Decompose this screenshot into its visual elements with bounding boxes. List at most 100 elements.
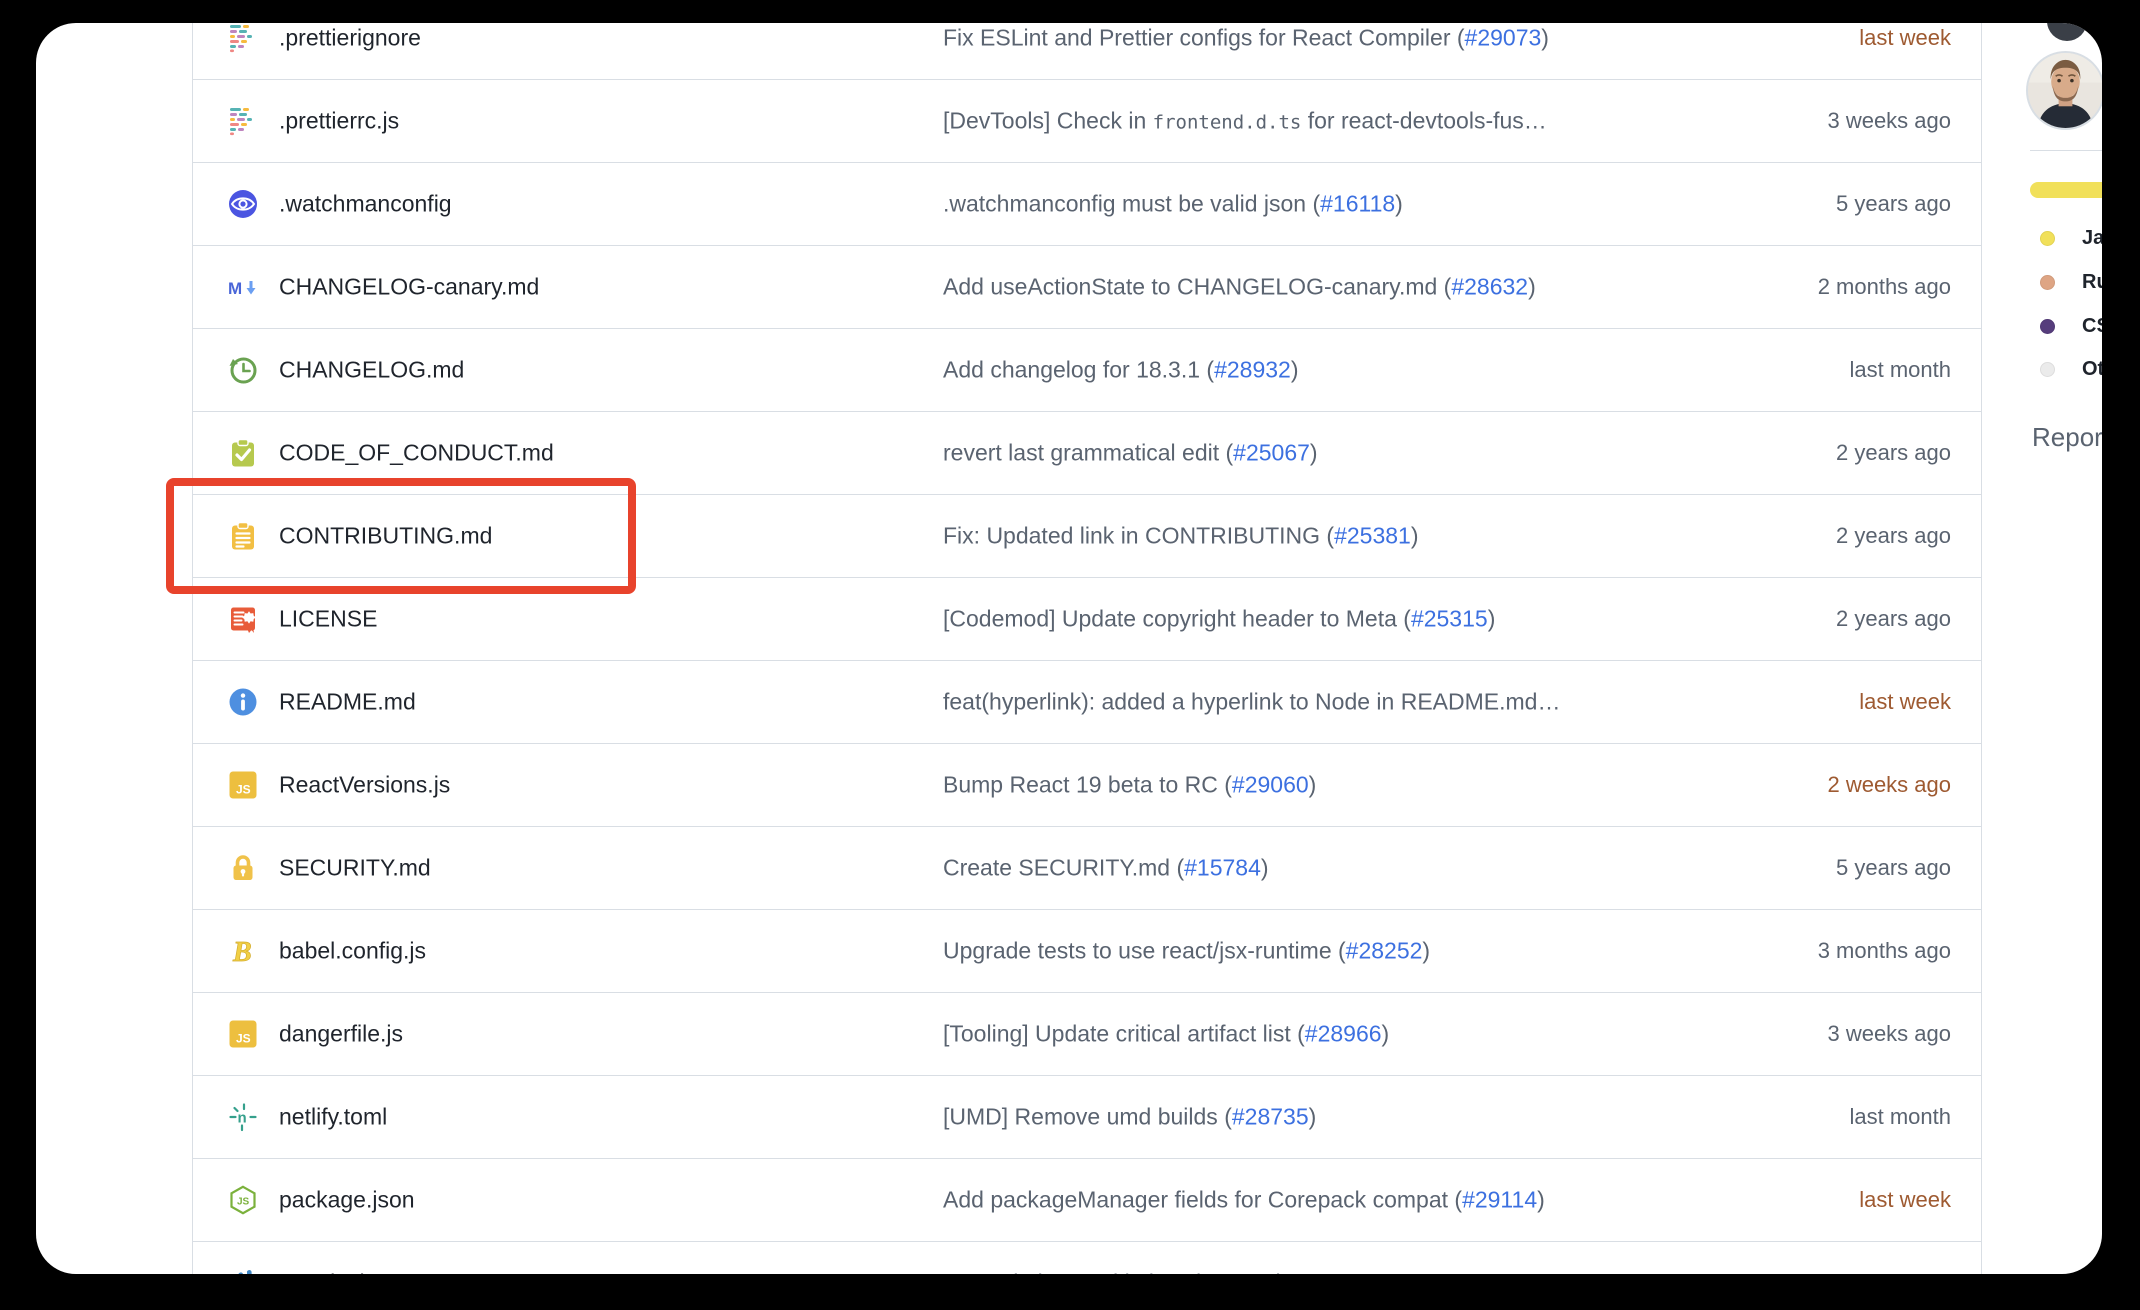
commit-message-link[interactable]: [Codemod] Update copyright header to Met…: [943, 606, 1681, 633]
file-name-link[interactable]: yarn.lock: [279, 1270, 371, 1275]
issue-link[interactable]: #28252: [1346, 938, 1423, 964]
file-name-link[interactable]: SECURITY.md: [279, 855, 431, 882]
commit-date-link[interactable]: 2 months ago: [1818, 274, 1951, 300]
file-name-link[interactable]: CHANGELOG.md: [279, 357, 464, 384]
commit-date-link[interactable]: 2 weeks ago: [1827, 1270, 1951, 1274]
license-icon: [227, 603, 259, 635]
table-row: Bbabel.config.jsUpgrade tests to use rea…: [193, 910, 1981, 993]
commit-message-link[interactable]: Fix ESLint and Prettier configs for Reac…: [943, 25, 1681, 52]
svg-text:M: M: [228, 279, 242, 298]
commit-message-link[interactable]: Upgrade tests to use react/jsx-runtime (…: [943, 938, 1681, 965]
commit-message-link[interactable]: Add changelog for 18.3.1 (#28932): [943, 357, 1681, 384]
commit-message-link[interactable]: revert last grammatical edit (#25067): [943, 440, 1681, 467]
svg-text:n: n: [238, 1110, 247, 1127]
commit-date-link[interactable]: 3 weeks ago: [1827, 108, 1951, 134]
file-name-link[interactable]: .watchmanconfig: [279, 191, 452, 218]
language-item[interactable]: Ru: [2040, 269, 2102, 295]
table-row: JS ReactVersions.js Bump React 19 beta to …: [193, 744, 1981, 827]
commit-date-link[interactable]: last week: [1859, 689, 1951, 715]
table-row: yarn.lock Upgrade jest and jsdom (#29026)…: [193, 1242, 1981, 1274]
issue-link[interactable]: #29073: [1465, 25, 1542, 51]
commit-date-link[interactable]: 2 years ago: [1836, 440, 1951, 466]
commit-message-text: ): [1291, 357, 1299, 383]
markdown-down-icon: M: [227, 271, 259, 303]
issue-link[interactable]: #29114: [1462, 1187, 1537, 1213]
issue-link[interactable]: #25315: [1411, 606, 1488, 632]
language-item[interactable]: Ja: [2040, 225, 2102, 251]
code-span: frontend.d.ts: [1153, 112, 1302, 134]
commit-message-text: ): [1309, 1104, 1317, 1130]
file-name-link[interactable]: .prettierrc.js: [279, 108, 399, 135]
issue-link[interactable]: #28632: [1451, 274, 1528, 300]
nodejs-icon: JS: [227, 1184, 259, 1216]
contributor-avatar-partial[interactable]: [2047, 23, 2087, 41]
commit-message-link[interactable]: [Tooling] Update critical artifact list …: [943, 1021, 1681, 1048]
commit-message-link[interactable]: [DevTools] Check in frontend.d.ts for re…: [943, 108, 1681, 135]
issue-link[interactable]: #29060: [1232, 772, 1309, 798]
commit-message-text: ): [1528, 274, 1536, 300]
issue-link[interactable]: #29026: [1200, 1270, 1277, 1275]
commit-message-link[interactable]: Create SECURITY.md (#15784): [943, 855, 1681, 882]
commit-message-link[interactable]: Upgrade jest and jsdom (#29026): [943, 1270, 1681, 1275]
commit-message-link[interactable]: .watchmanconfig must be valid json (#161…: [943, 191, 1681, 218]
prettier-icon: [227, 23, 259, 54]
file-name-link[interactable]: netlify.toml: [279, 1104, 387, 1131]
issue-link[interactable]: #28735: [1232, 1104, 1309, 1130]
commit-date-link[interactable]: 5 years ago: [1836, 191, 1951, 217]
commit-date-link[interactable]: 3 months ago: [1818, 938, 1951, 964]
commit-message-link[interactable]: Add useActionState to CHANGELOG-canary.m…: [943, 274, 1681, 301]
table-row: CODE_OF_CONDUCT.md revert last grammatica…: [193, 412, 1981, 495]
commit-message-text: ): [1277, 1270, 1285, 1275]
file-name-link[interactable]: .prettierignore: [279, 25, 421, 52]
language-item[interactable]: Ot: [2040, 356, 2102, 382]
commit-message-link[interactable]: Fix: Updated link in CONTRIBUTING (#2538…: [943, 523, 1681, 550]
file-name-link[interactable]: dangerfile.js: [279, 1021, 403, 1048]
commit-date-link[interactable]: 2 years ago: [1836, 606, 1951, 632]
language-item[interactable]: CS: [2040, 313, 2102, 339]
commit-date-link[interactable]: last month: [1850, 357, 1952, 383]
commit-message-link[interactable]: [UMD] Remove umd builds (#28735): [943, 1104, 1681, 1131]
language-dot-icon: [2040, 275, 2055, 290]
commit-date-link[interactable]: 2 weeks ago: [1827, 772, 1951, 798]
commit-message-text: Add useActionState to CHANGELOG-canary.m…: [943, 274, 1451, 300]
file-name-link[interactable]: CHANGELOG-canary.md: [279, 274, 539, 301]
commit-message-text: Upgrade tests to use react/jsx-runtime (: [943, 938, 1346, 964]
issue-link[interactable]: #25381: [1334, 523, 1411, 549]
language-bar[interactable]: [2030, 182, 2102, 198]
commit-date-link[interactable]: 5 years ago: [1836, 855, 1951, 881]
issue-link[interactable]: #28932: [1214, 357, 1291, 383]
spellcheck-underline: artifact: [1187, 1021, 1256, 1048]
commit-message-text: for react-devtools-fus…: [1301, 108, 1546, 134]
file-name-link[interactable]: CODE_OF_CONDUCT.md: [279, 440, 554, 467]
commit-message-text: revert last: [943, 440, 1050, 466]
javascript-icon: JS: [227, 769, 259, 801]
file-name-link[interactable]: LICENSE: [279, 606, 377, 633]
issue-link[interactable]: #28966: [1305, 1021, 1382, 1047]
file-name-link[interactable]: babel.config.js: [279, 938, 426, 965]
commit-message-link[interactable]: Add packageManager fields for Corepack c…: [943, 1187, 1681, 1214]
commit-message-text: Add packageManager fields for Corepack c…: [943, 1187, 1462, 1213]
table-row: .prettierignore Fix ESLint and Prettier c…: [193, 23, 1981, 80]
commit-date-link[interactable]: last month: [1850, 1104, 1952, 1130]
commit-date-link[interactable]: last week: [1859, 25, 1951, 51]
issue-link[interactable]: #25067: [1233, 440, 1310, 466]
issue-link[interactable]: #15784: [1184, 855, 1261, 881]
file-name-link[interactable]: package.json: [279, 1187, 415, 1214]
commit-date-link[interactable]: 2 years ago: [1836, 523, 1951, 549]
file-name-link[interactable]: README.md: [279, 689, 416, 716]
report-repository-link[interactable]: Repor: [2032, 422, 2102, 453]
commit-date-link[interactable]: last week: [1859, 1187, 1951, 1213]
commit-date-link[interactable]: 3 weeks ago: [1827, 1021, 1951, 1047]
file-name-link[interactable]: CONTRIBUTING.md: [279, 523, 492, 550]
file-name-link[interactable]: ReactVersions.js: [279, 772, 450, 799]
commit-message-text: ): [1310, 440, 1318, 466]
commit-message-text: ): [1488, 606, 1496, 632]
table-row: CONTRIBUTING.md Fix: Updated link in CONT…: [193, 495, 1981, 578]
commit-message-text: [UMD] Remove umd builds (: [943, 1104, 1232, 1130]
contributor-avatar[interactable]: [2028, 53, 2102, 128]
commit-message-link[interactable]: feat(hyperlink): added a hyperlink to No…: [943, 689, 1681, 716]
prettier-icon: [227, 105, 259, 137]
commit-message-link[interactable]: Bump React 19 beta to RC (#29060): [943, 772, 1681, 799]
issue-link[interactable]: #16118: [1320, 191, 1395, 217]
language-label: Ja: [2082, 227, 2102, 250]
